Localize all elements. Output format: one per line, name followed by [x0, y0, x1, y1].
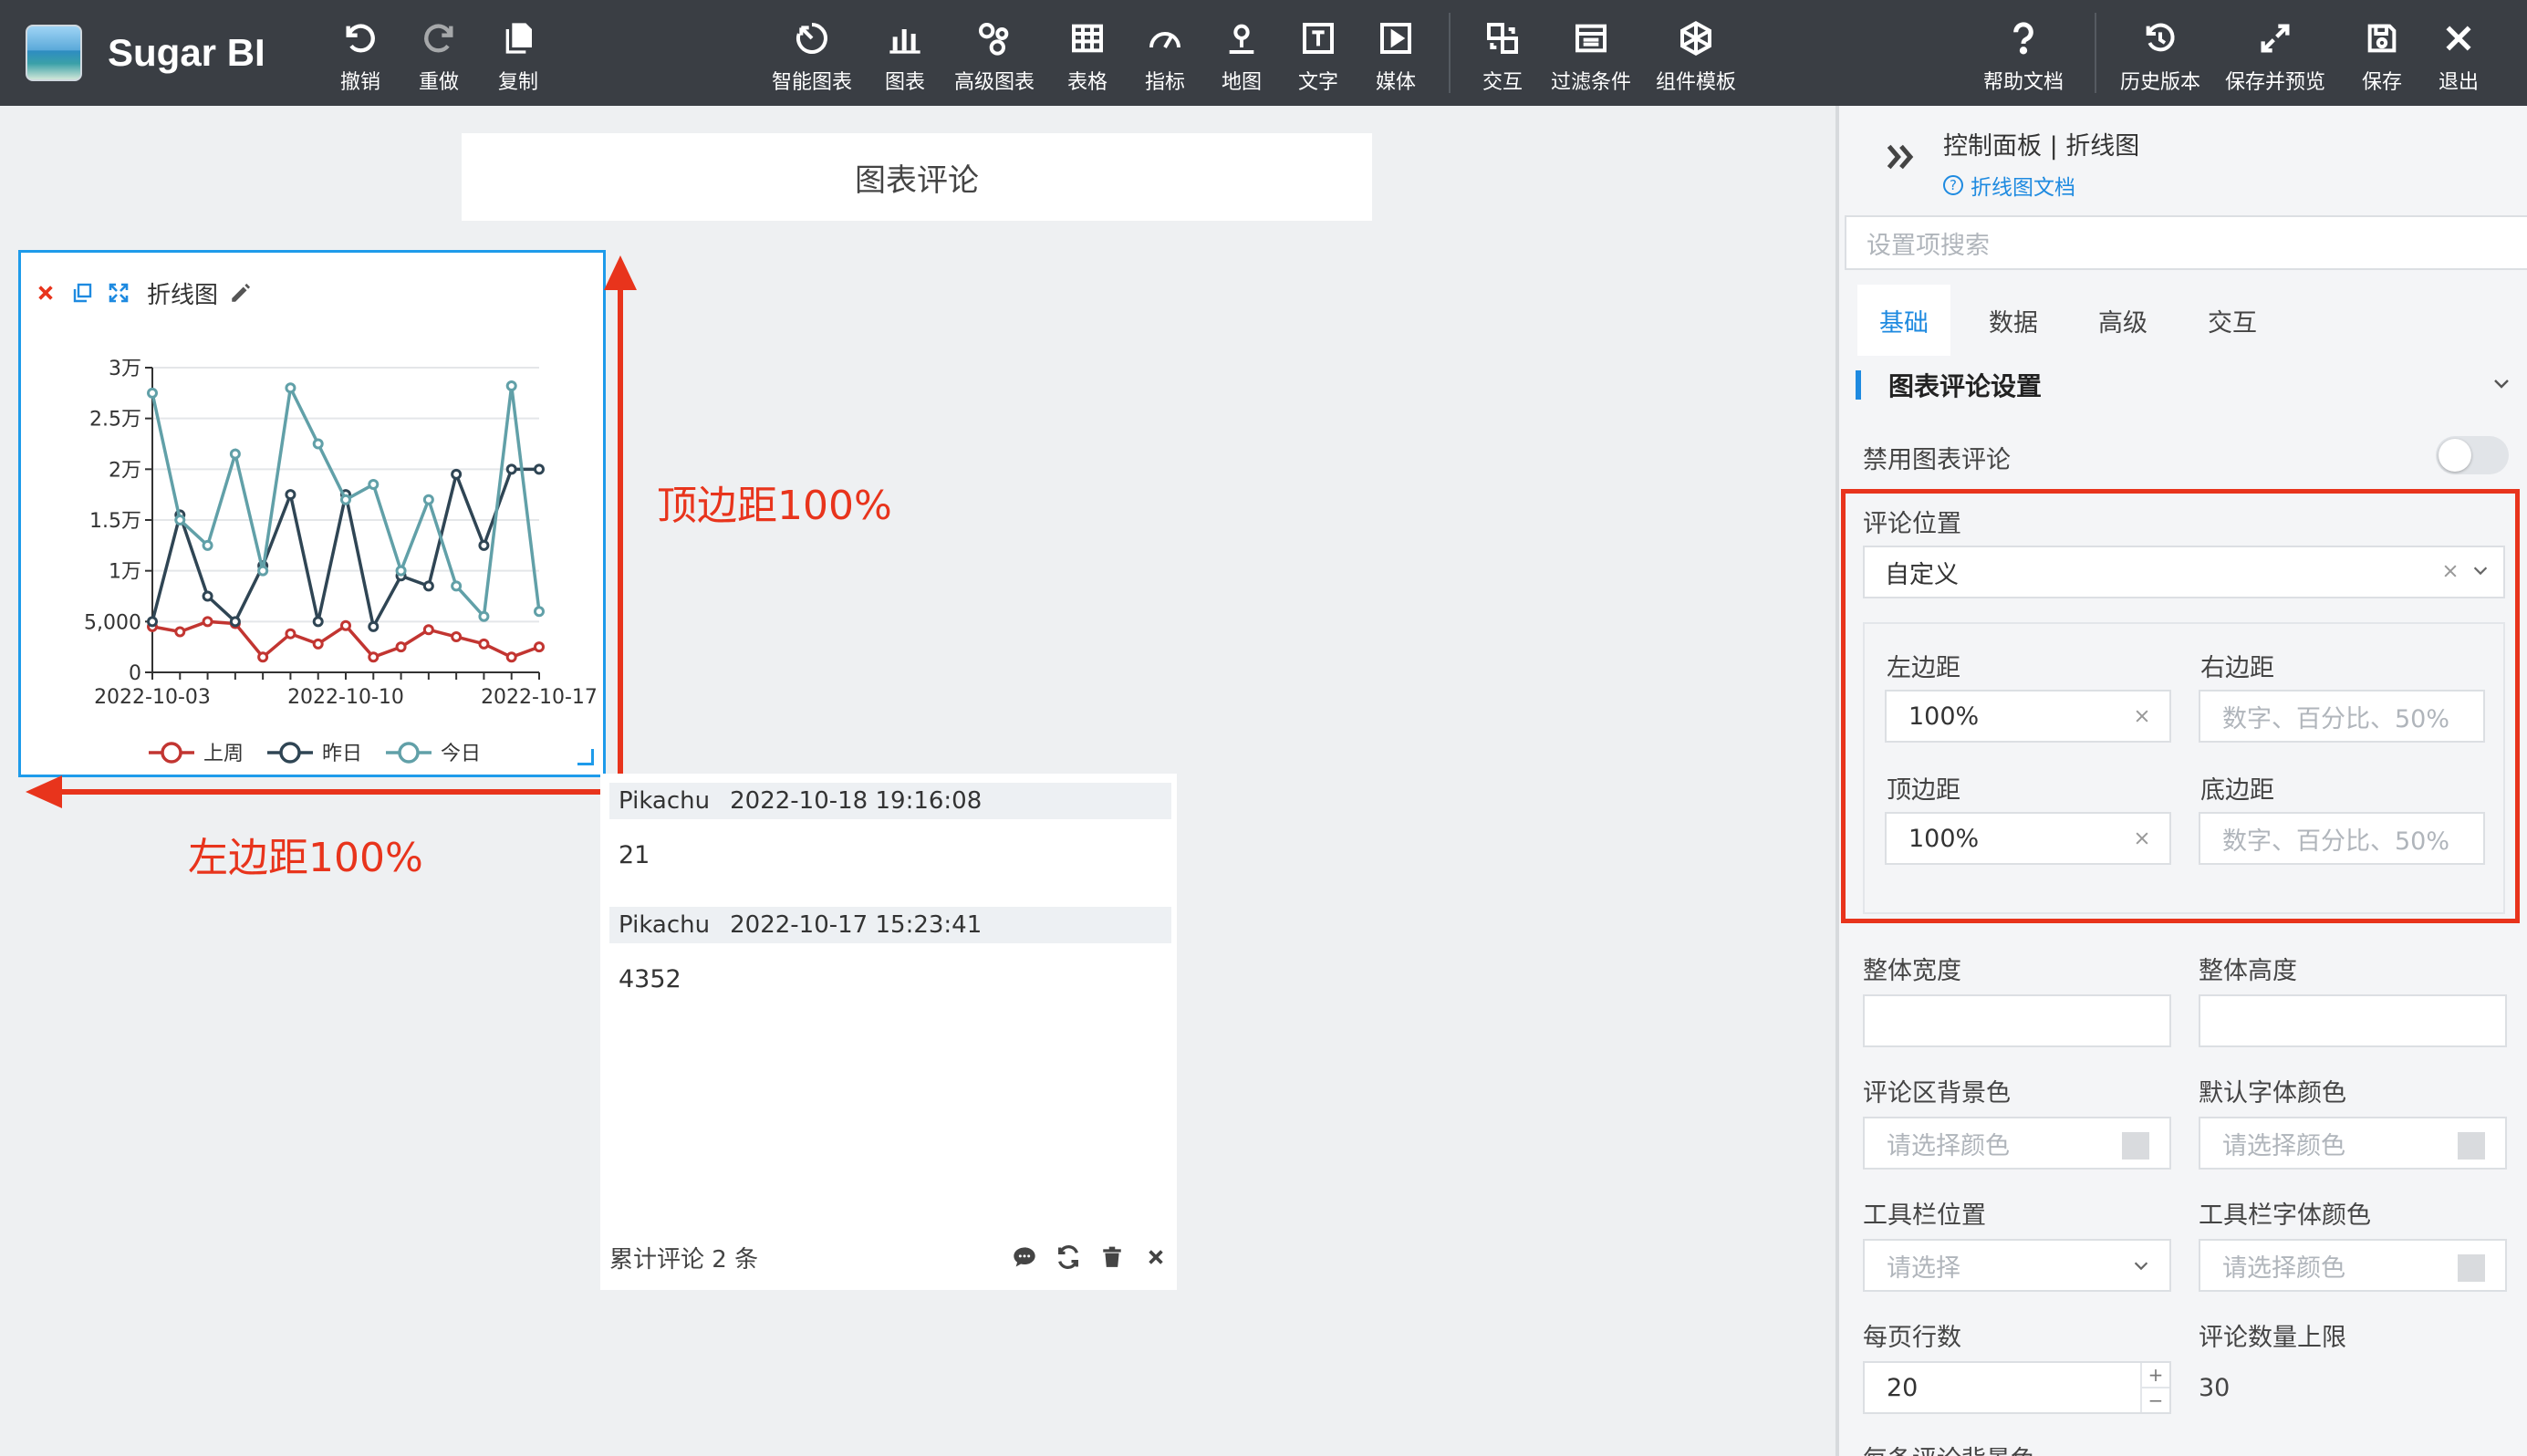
settings-search-input[interactable]: 设置项搜索 [1845, 215, 2527, 270]
doc-link[interactable]: ? 折线图文档 [1943, 170, 2075, 201]
close-comments-icon[interactable] [1140, 1242, 1171, 1273]
default-font-color-label: 默认字体颜色 [2199, 1079, 2346, 1108]
comment-count: 累计评论 2 条 [609, 1245, 759, 1274]
refresh-icon[interactable] [1053, 1242, 1084, 1273]
stepper-buttons: + − [2140, 1363, 2169, 1412]
comment-text: 21 [619, 841, 650, 869]
chevron-down-icon [2131, 1241, 2151, 1290]
increment-button[interactable]: + [2142, 1363, 2169, 1388]
panel-title: 控制面板 | 折线图 [1943, 132, 2140, 161]
toolbar-position-label: 工具栏位置 [1863, 1201, 1986, 1230]
rows-per-page-stepper[interactable]: 20 + − [1863, 1361, 2171, 1414]
tab-basic[interactable]: 基础 [1857, 285, 1950, 356]
comment-limit-value: 30 [2199, 1374, 2231, 1402]
toggle-knob [2439, 439, 2471, 472]
top-margin-arrowhead [604, 255, 637, 290]
comment-limit-label: 评论数量上限 [2199, 1324, 2346, 1352]
overall-height-label: 整体高度 [2199, 957, 2297, 985]
comment-time: 2022-10-17 15:23:41 [730, 911, 983, 939]
collapse-panel-icon[interactable] [1883, 139, 1919, 179]
disable-comments-label: 禁用图表评论 [1863, 446, 2011, 474]
rows-per-page-label: 每页行数 [1863, 1324, 1961, 1352]
comment-text: 4352 [619, 965, 681, 993]
overall-width-label: 整体宽度 [1863, 957, 1961, 985]
add-comment-icon[interactable] [1009, 1242, 1040, 1273]
panel-tabs: 基础 数据 高级 交互 [1857, 285, 2295, 356]
overall-height-input[interactable] [2199, 994, 2507, 1047]
comment-item-bg-label: 每条评论背景色 [1863, 1440, 2035, 1456]
question-circle-icon: ? [1943, 175, 1963, 195]
toolbar-font-color-label: 工具栏字体颜色 [2199, 1201, 2371, 1230]
comment-user: Pikachu [619, 787, 711, 815]
tab-advanced[interactable]: 高级 [2076, 285, 2169, 356]
left-margin-annotation: 左边距100% [188, 835, 423, 881]
disable-comments-toggle[interactable] [2436, 436, 2509, 474]
comment-bg-color-label: 评论区背景色 [1863, 1079, 2011, 1108]
color-swatch [2122, 1132, 2149, 1160]
comment-meta: Pikachu 2022-10-17 15:23:41 [609, 907, 1171, 943]
comment-panel: Pikachu 2022-10-18 19:16:08 21 Pikachu 2… [600, 774, 1177, 1290]
color-swatch [2458, 1254, 2485, 1282]
color-swatch [2458, 1132, 2485, 1160]
toolbar-position-select[interactable]: 请选择 [1863, 1239, 2171, 1292]
comment-footer: 累计评论 2 条 [609, 1239, 1171, 1275]
comment-time: 2022-10-18 19:16:08 [730, 787, 983, 815]
tab-interaction[interactable]: 交互 [2186, 285, 2279, 356]
overall-width-input[interactable] [1863, 994, 2171, 1047]
trash-icon[interactable] [1097, 1242, 1128, 1273]
section-accent-bar [1856, 370, 1861, 400]
decrement-button[interactable]: − [2142, 1388, 2169, 1412]
top-margin-annotation: 顶边距100% [657, 483, 892, 529]
comment-bg-color-picker[interactable]: 请选择颜色 [1863, 1117, 2171, 1170]
toolbar-font-color-picker[interactable]: 请选择颜色 [2199, 1239, 2507, 1292]
chevron-down-icon [2491, 372, 2512, 398]
comment-settings-section-header[interactable]: 图表评论设置 [1856, 356, 2527, 414]
left-margin-arrowhead [26, 775, 62, 808]
position-settings-highlight [1841, 489, 2520, 923]
default-font-color-picker[interactable]: 请选择颜色 [2199, 1117, 2507, 1170]
comment-user: Pikachu [619, 911, 711, 939]
comment-meta: Pikachu 2022-10-18 19:16:08 [609, 783, 1171, 819]
tab-data[interactable]: 数据 [1967, 285, 2060, 356]
